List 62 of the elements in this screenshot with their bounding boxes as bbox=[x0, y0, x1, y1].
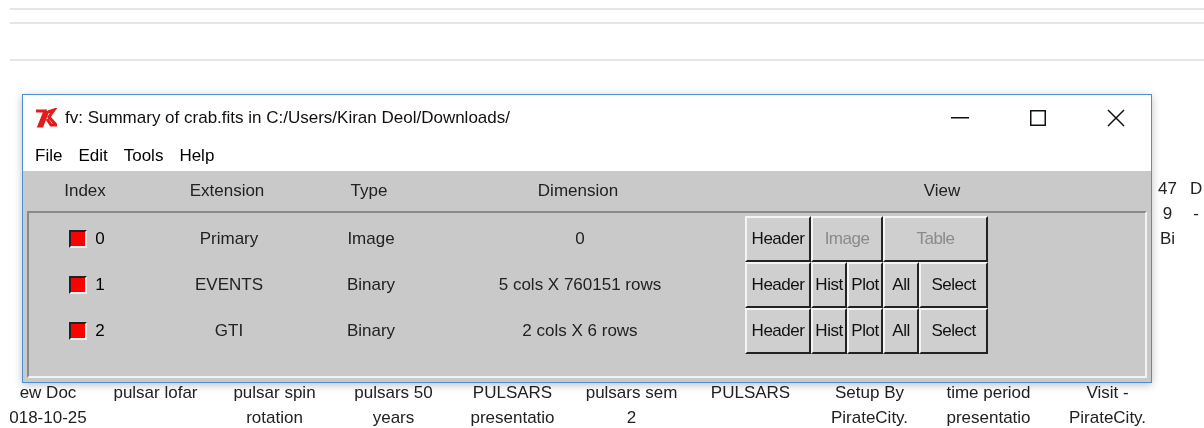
table-cell-text: Primary bbox=[198, 229, 260, 249]
desktop-icon-label[interactable]: - bbox=[1193, 201, 1199, 226]
table-cell-text: Binary bbox=[345, 275, 397, 295]
column-header: Index bbox=[63, 181, 107, 201]
view-button[interactable]: Select bbox=[919, 308, 988, 354]
desktop-icon-label[interactable]: pulsar lofar bbox=[113, 380, 198, 405]
desktop-icon-label[interactable]: PULSARS bbox=[710, 380, 791, 405]
desktop-icon-label[interactable]: Visit - bbox=[1086, 380, 1129, 405]
table-cell-text: GTI bbox=[213, 321, 245, 341]
index-number: 1 bbox=[95, 275, 105, 295]
index-number: 0 bbox=[95, 229, 105, 249]
table-cell-text: Image bbox=[346, 229, 396, 249]
menu-item[interactable]: Tools bbox=[115, 146, 172, 166]
view-button[interactable]: All bbox=[883, 262, 919, 308]
desktop-icon-label[interactable]: 9 bbox=[1162, 201, 1173, 226]
desktop-icon-label[interactable]: presentatio bbox=[470, 405, 555, 428]
desktop-icon-label[interactable]: Bi bbox=[1159, 226, 1175, 251]
table-cell-text: 0 bbox=[574, 229, 586, 249]
view-button[interactable]: Plot bbox=[847, 308, 883, 354]
index-number: 2 bbox=[95, 321, 105, 341]
window-title: fv: Summary of crab.fits in C:/Users/Kiran Deol/Downloads/ bbox=[65, 108, 511, 128]
desktop-icon-label[interactable]: PirateCity. bbox=[830, 405, 909, 428]
column-header: Extension bbox=[188, 181, 266, 201]
desktop-icon-label[interactable]: rotation bbox=[246, 405, 303, 428]
desktop-icon-label[interactable]: presentatio bbox=[946, 405, 1031, 428]
status-indicator[interactable] bbox=[69, 276, 88, 294]
maximize-icon[interactable] bbox=[1030, 110, 1046, 126]
desktop-icon-label[interactable]: Setup By bbox=[835, 380, 904, 405]
desktop-icon-label[interactable]: PirateCity. bbox=[1068, 405, 1147, 428]
desktop-icon-label[interactable]: pulsar spin bbox=[233, 380, 316, 405]
menu-item[interactable]: Edit bbox=[70, 146, 116, 166]
view-button[interactable]: Hist bbox=[811, 308, 847, 354]
table-cell-text: 5 cols X 760151 rows bbox=[497, 275, 663, 295]
menu-item[interactable]: File bbox=[27, 146, 71, 166]
menu-item[interactable]: Help bbox=[171, 146, 223, 166]
column-header: View bbox=[922, 181, 962, 201]
table-cell-text: 2 cols X 6 rows bbox=[521, 321, 639, 341]
status-indicator[interactable] bbox=[69, 322, 88, 340]
desktop-icon-label[interactable]: ew Doc bbox=[19, 380, 77, 405]
view-button[interactable]: Header bbox=[745, 262, 811, 308]
desktop-icon-label[interactable]: 47 bbox=[1158, 176, 1177, 201]
table-cell-text: EVENTS bbox=[194, 275, 264, 295]
view-button[interactable]: Select bbox=[919, 262, 988, 308]
view-button[interactable]: Hist bbox=[811, 262, 847, 308]
desktop-icon-label[interactable]: PULSARS bbox=[472, 380, 553, 405]
view-button[interactable]: All bbox=[883, 308, 919, 354]
close-icon[interactable] bbox=[1107, 109, 1125, 127]
desktop-icon-label[interactable]: D bbox=[1190, 176, 1203, 201]
desktop-icon-label[interactable]: time period bbox=[946, 380, 1031, 405]
column-header: Type bbox=[349, 181, 389, 201]
minimize-icon[interactable] bbox=[951, 117, 969, 119]
desktop-icon-label[interactable]: 2 bbox=[626, 405, 637, 428]
status-indicator[interactable] bbox=[69, 230, 88, 248]
column-header: Dimension bbox=[536, 181, 620, 201]
table-cell-text: Binary bbox=[345, 321, 397, 341]
view-button[interactable]: Header bbox=[745, 216, 811, 262]
desktop-icon-label[interactable]: years bbox=[372, 405, 415, 428]
view-button[interactable]: Header bbox=[745, 308, 811, 354]
view-button[interactable]: Plot bbox=[847, 262, 883, 308]
desktop-icon-label[interactable]: pulsars 50 bbox=[354, 380, 433, 405]
desktop-icon-label[interactable]: pulsars sem bbox=[585, 380, 678, 405]
desktop-icon-label[interactable]: 018-10-25 bbox=[9, 405, 87, 428]
